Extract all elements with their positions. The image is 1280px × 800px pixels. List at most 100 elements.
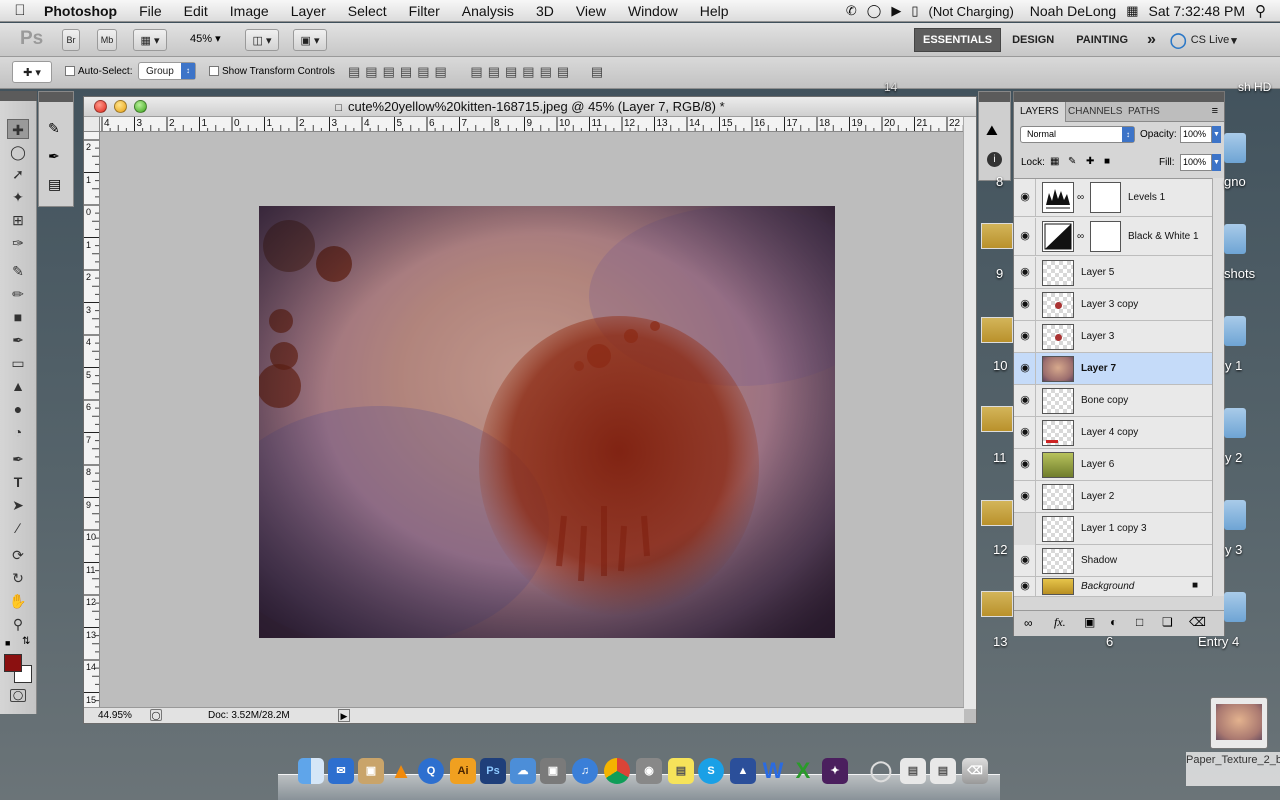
folder-icon[interactable] (1224, 500, 1246, 530)
default-colors-icon[interactable]: ■ (5, 638, 10, 648)
layer-row-layer-7[interactable]: ◉ Layer 7 (1014, 353, 1212, 385)
apple-icon[interactable]:  (0, 2, 40, 19)
layer-row-layer-5[interactable]: ◉ Layer 5 (1014, 257, 1212, 289)
navigator-icon[interactable]: ⛰ (986, 122, 998, 139)
swap-colors-icon[interactable]: ⇅ (22, 636, 30, 647)
itunes-icon[interactable]: ♫ (572, 758, 598, 784)
quick-mask-icon[interactable]: ◯ (10, 689, 26, 702)
auto-align-icon[interactable]: ▤ (591, 64, 608, 79)
minimize-window-button[interactable] (114, 100, 127, 113)
arrange-documents-button[interactable]: ◫ ▾ (245, 29, 279, 51)
folder-icon[interactable] (1224, 408, 1246, 438)
iphoto-icon[interactable]: ▣ (358, 758, 384, 784)
layer-mask-thumbnail[interactable] (1090, 221, 1121, 252)
desktop-file-thumbnail[interactable] (981, 591, 1013, 617)
visibility-toggle[interactable] (1014, 513, 1036, 545)
user-name[interactable]: Noah DeLong (1030, 3, 1116, 19)
documents-stack-icon[interactable]: ▤ (900, 758, 926, 784)
vertical-scrollbar[interactable] (963, 117, 976, 709)
clock[interactable]: Sat 7:32:48 PM (1148, 3, 1245, 19)
align-vcenter-icon[interactable]: ▤ (365, 64, 382, 79)
tab-layers[interactable]: LAYERS (1014, 102, 1066, 122)
visibility-toggle[interactable]: ◉ (1014, 321, 1036, 353)
layer-row-layer-3[interactable]: ◉ Layer 3 (1014, 321, 1212, 353)
align-hcenter-icon[interactable]: ▤ (417, 64, 434, 79)
visibility-toggle[interactable]: ◉ (1014, 289, 1036, 321)
cs-live-icon[interactable]: ◯ (1170, 31, 1187, 49)
more-workspaces-icon[interactable]: » (1139, 31, 1164, 49)
lock-transparent-icon[interactable]: ▦ (1050, 156, 1059, 167)
menu-analysis[interactable]: Analysis (451, 3, 525, 19)
zoom-status-field[interactable]: 44.95% (98, 710, 132, 721)
blur-tool-icon[interactable]: ● (7, 399, 29, 419)
tab-channels[interactable]: CHANNELS (1062, 102, 1128, 122)
calendar-icon[interactable]: ▦ (1126, 3, 1138, 19)
zoom-level-dropdown[interactable]: 45% ▾ (190, 32, 221, 45)
desktop-file-thumbnail[interactable] (981, 406, 1013, 432)
ruler-origin[interactable] (84, 117, 100, 132)
path-selection-tool-icon[interactable]: ➤ (7, 495, 29, 515)
dodge-tool-icon[interactable]: ◔ (7, 422, 29, 442)
opacity-field[interactable]: 100% (1180, 126, 1212, 143)
auto-select-dropdown[interactable]: Group ↕ (138, 62, 196, 80)
menu-select[interactable]: Select (337, 3, 398, 19)
folder-icon[interactable] (1224, 592, 1246, 622)
stickies-icon[interactable]: ▤ (668, 758, 694, 784)
quicktime-icon[interactable]: Q (418, 758, 444, 784)
menu-file[interactable]: File (128, 3, 173, 19)
fill-field[interactable]: 100% (1180, 154, 1212, 171)
vlc-icon[interactable]: ▲ (388, 758, 414, 784)
status-info-icon[interactable]: ◯ (150, 709, 162, 721)
downloads-stack-thumbnail[interactable] (1210, 697, 1268, 749)
collapsed-panel-header[interactable] (979, 92, 1010, 102)
visibility-toggle[interactable]: ◉ (1014, 218, 1036, 256)
new-layer-icon[interactable]: ❏ (1162, 615, 1173, 629)
minibridge-button[interactable]: Mb (97, 29, 117, 51)
finder-icon[interactable] (298, 758, 324, 784)
vertical-ruler[interactable]: 21012345678910111213141516 (84, 132, 100, 707)
distribute-right-icon[interactable]: ▤ (557, 64, 574, 79)
add-mask-icon[interactable]: ▣ (1084, 615, 1095, 629)
tool-presets-icon[interactable]: ✒ (48, 148, 60, 165)
visibility-toggle[interactable]: ◉ (1014, 385, 1036, 417)
history-brush-tool-icon[interactable]: ✒ (7, 330, 29, 350)
chain-link-icon[interactable]: ∞ (1077, 231, 1084, 242)
layer-row-shadow[interactable]: ◉ Shadow (1014, 545, 1212, 577)
tools-panel-header[interactable] (0, 91, 37, 101)
document-image[interactable] (259, 206, 835, 638)
brush-tool-icon[interactable]: ✏ (7, 284, 29, 304)
lock-all-icon[interactable]: ■ (1104, 156, 1110, 167)
distribute-bottom-icon[interactable]: ▤ (505, 64, 522, 79)
quick-selection-tool-icon[interactable]: ✦ (7, 187, 29, 207)
blend-mode-dropdown[interactable]: Normal ↕ (1020, 126, 1135, 143)
3d-orbit-tool-icon[interactable]: ↻ (7, 568, 29, 588)
move-tool-icon[interactable]: ✚ (7, 119, 29, 139)
lock-image-icon[interactable]: ✎ (1068, 156, 1076, 167)
menu-layer[interactable]: Layer (280, 3, 337, 19)
cyberduck-icon[interactable]: ▲ (730, 758, 756, 784)
visibility-toggle[interactable]: ◉ (1014, 179, 1036, 217)
illustrator-icon[interactable]: Ai (450, 758, 476, 784)
new-group-icon[interactable]: □ (1136, 615, 1143, 629)
layers-panel-header[interactable] (1014, 92, 1224, 102)
align-top-icon[interactable]: ▤ (348, 64, 365, 79)
opacity-slider-arrow-icon[interactable]: ▼ (1212, 126, 1221, 143)
distribute-left-icon[interactable]: ▤ (522, 64, 539, 79)
marquee-tool-icon[interactable]: ◯ (7, 142, 29, 162)
front-row-icon[interactable]: ✦ (822, 758, 848, 784)
visibility-toggle[interactable]: ◉ (1014, 481, 1036, 513)
crop-tool-icon[interactable]: ⊞ (7, 210, 29, 230)
delete-layer-icon[interactable]: ⌫ (1189, 615, 1206, 629)
hand-tool-icon[interactable]: ✋ (7, 591, 29, 611)
link-layers-icon[interactable]: ∞ (1024, 616, 1033, 630)
align-left-icon[interactable]: ▤ (400, 64, 417, 79)
lock-position-icon[interactable]: ✚ (1086, 156, 1094, 167)
status-menu-arrow-icon[interactable]: ▶ (338, 709, 350, 722)
view-extras-button[interactable]: ▦ ▾ (133, 29, 167, 51)
visibility-toggle[interactable]: ◉ (1014, 257, 1036, 289)
eyedropper-tool-icon[interactable]: ✑ (7, 233, 29, 253)
menu-filter[interactable]: Filter (398, 3, 451, 19)
pen-tool-icon[interactable]: ✒ (7, 449, 29, 469)
fill-slider-arrow-icon[interactable]: ▼ (1212, 154, 1221, 171)
battery-status[interactable]: (Not Charging) (929, 4, 1014, 19)
